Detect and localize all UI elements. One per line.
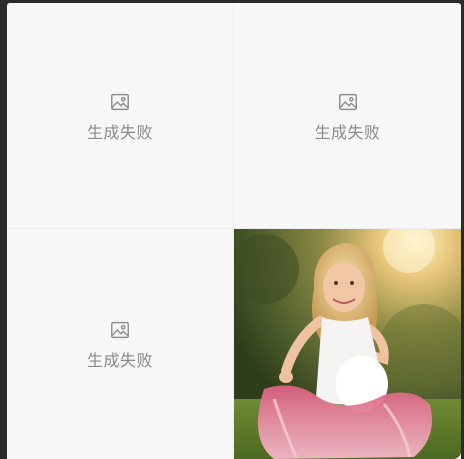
generation-failed-label: 生成失败 xyxy=(86,122,153,142)
image-tile-failed-2[interactable]: 生成失败 xyxy=(234,3,461,229)
image-tile-failed-3[interactable]: 生成失败 xyxy=(7,229,234,459)
broken-image-icon xyxy=(338,93,357,110)
broken-image-icon xyxy=(111,93,129,110)
generated-photo-girl-in-tutu xyxy=(234,229,461,459)
image-grid-panel: 生成失败 生成失败 生成失败 xyxy=(7,3,461,459)
generation-failed-label: 生成失败 xyxy=(86,351,153,370)
image-tile-failed-1[interactable]: 生成失败 xyxy=(7,3,234,229)
broken-image-icon xyxy=(111,321,129,339)
generation-failed-label: 生成失败 xyxy=(314,122,381,142)
generated-images-grid: 生成失败 生成失败 生成失败 xyxy=(7,3,461,459)
image-tile-generated-photo[interactable] xyxy=(234,229,461,459)
